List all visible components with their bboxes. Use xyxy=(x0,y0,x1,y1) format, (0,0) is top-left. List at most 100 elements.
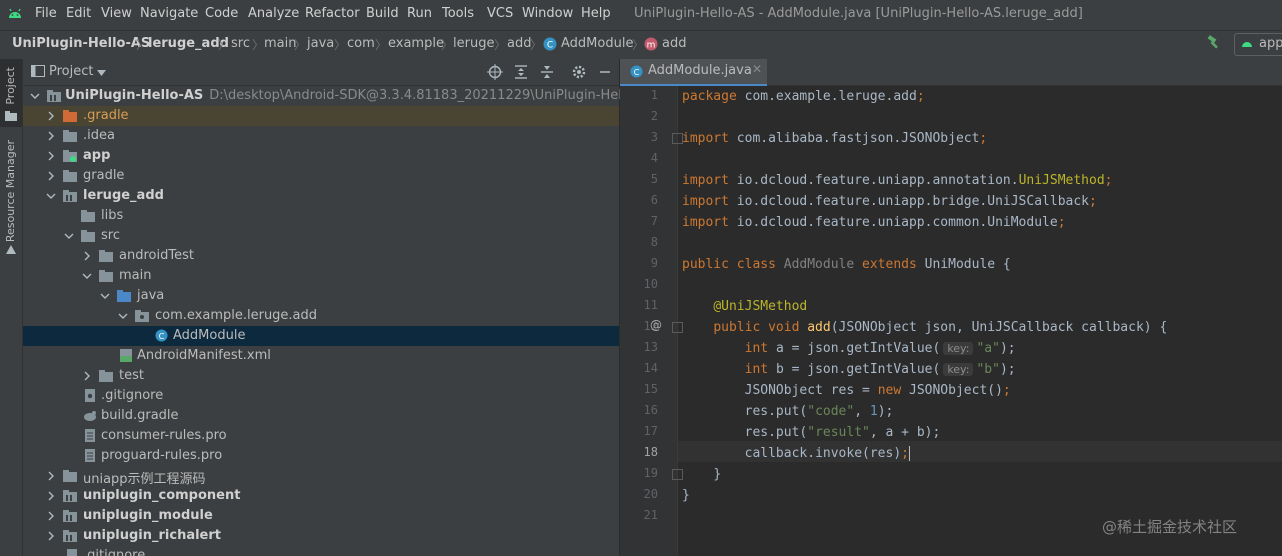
text-file-icon xyxy=(85,429,95,442)
breadcrumb-item[interactable]: add xyxy=(662,36,686,51)
close-icon[interactable]: ✕ xyxy=(752,62,762,76)
breadcrumb-item[interactable]: java xyxy=(307,36,334,51)
tree-label: AndroidManifest.xml xyxy=(137,348,271,363)
tree-row-idea[interactable]: .idea xyxy=(23,126,619,146)
breadcrumb-item[interactable]: AddModule xyxy=(561,36,633,51)
hammer-build-icon[interactable] xyxy=(1206,34,1222,50)
run-config-label: app xyxy=(1259,36,1282,51)
svg-text:C: C xyxy=(159,331,165,341)
breadcrumb-item[interactable]: example xyxy=(388,36,444,51)
menu-vcs[interactable]: VCS xyxy=(487,6,513,21)
tree-row-leruge-add[interactable]: leruge_add xyxy=(23,186,619,206)
menu-window[interactable]: Window xyxy=(522,6,573,21)
code-line: public void add(JSONObject json, UniJSCa… xyxy=(713,320,1168,335)
module-folder-icon xyxy=(47,90,61,102)
tree-label: UniPlugin-Hello-AS D:\desktop\Android-SDK… xyxy=(65,88,656,103)
chevron-down-icon[interactable] xyxy=(117,310,129,322)
tree-row-main[interactable]: main xyxy=(23,266,619,286)
chevron-right-icon[interactable] xyxy=(45,510,57,522)
menu-analyze[interactable]: Analyze xyxy=(248,6,299,21)
tree-row-gradle[interactable]: gradle xyxy=(23,166,619,186)
class-icon: C xyxy=(630,65,643,78)
breadcrumb-separator-icon: 〉 xyxy=(294,38,307,52)
menu-run[interactable]: Run xyxy=(407,6,432,21)
tree-label: app xyxy=(83,148,111,163)
tree-row-app[interactable]: app xyxy=(23,146,619,166)
chevron-right-icon[interactable] xyxy=(45,110,57,122)
module-folder-icon xyxy=(63,190,77,202)
tree-row-build-gradle[interactable]: build.gradle xyxy=(23,406,619,426)
menu-navigate[interactable]: Navigate xyxy=(140,6,198,21)
collapse-all-icon[interactable] xyxy=(539,64,555,80)
chevron-down-icon[interactable] xyxy=(99,290,111,302)
tree-row-addmodule[interactable]: C AddModule xyxy=(23,326,619,346)
breadcrumb-item[interactable]: leruge_add xyxy=(148,36,229,51)
tree-row-gradle-dir[interactable]: .gradle xyxy=(23,106,619,126)
breadcrumb-item[interactable]: UniPlugin-Hello-AS xyxy=(12,36,150,51)
breadcrumb-item[interactable]: leruge xyxy=(453,36,494,51)
line-number: 4 xyxy=(650,151,658,165)
breadcrumb-item[interactable]: add xyxy=(507,36,531,51)
tree-row-manifest[interactable]: AndroidManifest.xml xyxy=(23,346,619,366)
module-folder-icon xyxy=(63,490,77,502)
resource-manager-tool-button[interactable]: Resource Manager xyxy=(0,140,22,260)
chevron-right-icon[interactable] xyxy=(45,490,57,502)
project-tool-button[interactable]: Project xyxy=(0,59,22,127)
tree-row-proguard-rules[interactable]: proguard-rules.pro xyxy=(23,446,619,466)
tree-row-consumer-rules[interactable]: consumer-rules.pro xyxy=(23,426,619,446)
tree-row-gitignore[interactable]: .gitignore xyxy=(23,386,619,406)
tree-row-uniplugin-module[interactable]: uniplugin_module xyxy=(23,506,619,526)
menu-refactor[interactable]: Refactor xyxy=(305,6,360,21)
chevron-down-icon[interactable] xyxy=(81,270,93,282)
module-folder-icon xyxy=(63,530,77,542)
chevron-down-icon[interactable] xyxy=(63,230,75,242)
tree-row-uniplugin-component[interactable]: uniplugin_component xyxy=(23,486,619,506)
gear-icon[interactable] xyxy=(571,64,587,80)
tree-row-root-gitignore[interactable]: .gitignore xyxy=(23,546,619,556)
chevron-down-icon[interactable] xyxy=(97,70,106,76)
chevron-right-icon[interactable] xyxy=(45,150,57,162)
chevron-right-icon[interactable] xyxy=(81,370,93,382)
menu-tools[interactable]: Tools xyxy=(442,6,474,21)
code-line-current: callback.invoke(res); xyxy=(744,446,910,461)
tree-row-src[interactable]: src xyxy=(23,226,619,246)
tree-row-java[interactable]: java xyxy=(23,286,619,306)
tree-row-uniplugin-richalert[interactable]: uniplugin_richalert xyxy=(23,526,619,546)
chevron-right-icon[interactable] xyxy=(45,530,57,542)
menu-code[interactable]: Code xyxy=(205,6,238,21)
tree-row-test[interactable]: test xyxy=(23,366,619,386)
tree-row-root[interactable]: UniPlugin-Hello-AS D:\desktop\Android-SDK… xyxy=(23,86,655,106)
run-config-selector[interactable]: app xyxy=(1234,33,1282,56)
chevron-right-icon[interactable] xyxy=(45,170,57,182)
text-file-icon xyxy=(85,449,95,462)
menu-build[interactable]: Build xyxy=(366,6,399,21)
select-opened-file-icon[interactable] xyxy=(487,64,503,80)
breadcrumb-item[interactable]: main xyxy=(264,36,296,51)
code-line: import io.dcloud.feature.uniapp.common.U… xyxy=(682,215,1066,230)
tree-row-uniapp-demo[interactable]: uniapp示例工程源码 xyxy=(23,466,619,487)
code-line: @UniJSMethod xyxy=(713,299,808,314)
tree-row-libs[interactable]: libs xyxy=(23,206,619,226)
editor-tab-addmodule[interactable]: C AddModule.java ✕ xyxy=(620,59,767,86)
expand-all-icon[interactable] xyxy=(513,64,529,80)
menu-view[interactable]: View xyxy=(101,6,132,21)
project-view-title[interactable]: Project xyxy=(49,64,93,79)
breadcrumb-separator-icon: 〉 xyxy=(136,38,149,52)
override-marker-icon[interactable]: @ xyxy=(650,318,662,332)
breadcrumb-item[interactable]: com xyxy=(347,36,375,51)
tree-label: gradle xyxy=(83,168,125,183)
hide-panel-icon[interactable] xyxy=(597,64,613,80)
chevron-down-icon[interactable] xyxy=(45,190,57,202)
chevron-down-icon[interactable] xyxy=(29,90,41,102)
chevron-right-icon[interactable] xyxy=(45,130,57,142)
tree-row-package[interactable]: com.example.leruge.add xyxy=(23,306,619,326)
menu-edit[interactable]: Edit xyxy=(66,6,91,21)
chevron-right-icon[interactable] xyxy=(81,250,93,262)
tree-row-androidtest[interactable]: androidTest xyxy=(23,246,619,266)
parameter-hint: key: xyxy=(943,342,974,355)
menu-help[interactable]: Help xyxy=(581,6,611,21)
chevron-right-icon[interactable] xyxy=(45,470,57,482)
code-editor[interactable]: package com.example.leruge.add; import c… xyxy=(678,86,1282,556)
breadcrumb-item[interactable]: src xyxy=(231,36,250,51)
menu-file[interactable]: File xyxy=(35,6,57,21)
